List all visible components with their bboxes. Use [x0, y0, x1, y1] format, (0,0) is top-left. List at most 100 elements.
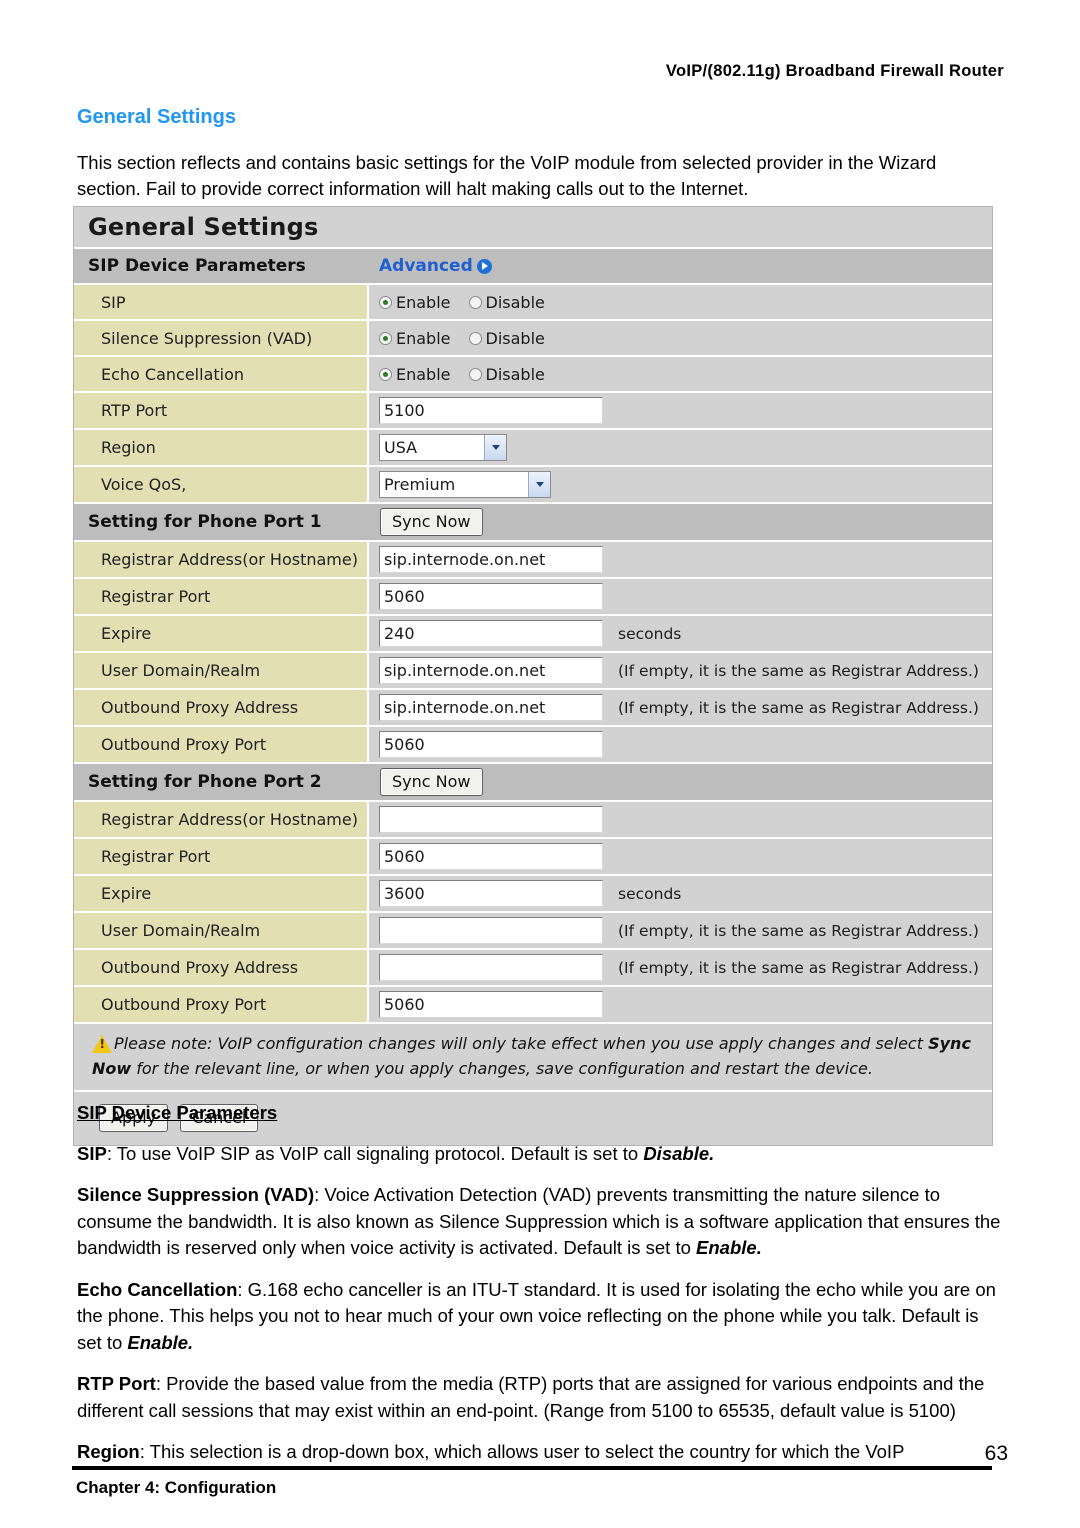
- vad-label: Silence Suppression (VAD): [74, 321, 369, 355]
- p1-outbound-proxy-port-input[interactable]: 5060: [379, 731, 603, 758]
- voice-qos-label: Voice QoS,: [74, 467, 369, 502]
- paragraph-vad: Silence Suppression (VAD): Voice Activat…: [77, 1182, 1005, 1262]
- row-p2-registrar-port: Registrar Port 5060: [74, 837, 992, 874]
- sip-disable-label: Disable: [485, 292, 545, 312]
- p1-registrar-port-label: Registrar Port: [74, 579, 369, 614]
- region-select-value: USA: [384, 438, 418, 457]
- echo-disable-radio[interactable]: Disable: [468, 364, 545, 384]
- footer-rule: [72, 1466, 992, 1470]
- sync-now-button-port2[interactable]: Sync Now: [380, 768, 483, 796]
- note-part-2: for the relevant line, or when you apply…: [131, 1059, 873, 1078]
- sip-label: SIP: [74, 285, 369, 319]
- row-p2-outbound-proxy-address: Outbound Proxy Address (If empty, it is …: [74, 948, 992, 985]
- echo-enable-radio[interactable]: Enable: [379, 365, 451, 384]
- note-part-1: Please note: VoIP configuration changes …: [114, 1034, 929, 1053]
- row-p2-expire: Expire 3600 seconds: [74, 874, 992, 911]
- echo-label: Echo Cancellation: [74, 357, 369, 391]
- p2-expire-units: seconds: [618, 884, 682, 903]
- advanced-link-label: Advanced: [379, 256, 473, 276]
- paragraph-echo: Echo Cancellation: G.168 echo canceller …: [77, 1277, 1005, 1357]
- rtp-port-label: RTP Port: [74, 393, 369, 428]
- p1-user-domain-input[interactable]: sip.internode.on.net: [379, 657, 603, 684]
- region-select[interactable]: USA: [379, 434, 507, 461]
- sip-device-parameters-label: SIP Device Parameters: [88, 256, 306, 276]
- term-echo: Echo Cancellation: [77, 1278, 238, 1300]
- row-p1-registrar-address: Registrar Address(or Hostname) sip.inter…: [74, 540, 992, 577]
- p2-registrar-address-label: Registrar Address(or Hostname): [74, 802, 369, 837]
- sync-now-button-port1[interactable]: Sync Now: [380, 508, 483, 536]
- term-vad: Silence Suppression (VAD): [77, 1184, 315, 1205]
- radio-filled-icon: [379, 367, 392, 381]
- radio-empty-icon: [468, 295, 482, 309]
- p1-outbound-proxy-hint: (If empty, it is the same as Registrar A…: [618, 698, 979, 717]
- radio-filled-icon: [379, 295, 392, 309]
- sip-device-parameters-header: SIP Device Parameters Advanced: [74, 247, 992, 283]
- p2-outbound-proxy-port-input[interactable]: 5060: [379, 991, 603, 1018]
- text-rtp: : Provide the based value from the media…: [77, 1373, 985, 1421]
- p1-user-domain-hint: (If empty, it is the same as Registrar A…: [618, 661, 979, 680]
- phone-port-1-label: Setting for Phone Port 1: [88, 512, 322, 532]
- term-rtp: RTP Port: [77, 1373, 156, 1394]
- row-echo-cancellation: Echo Cancellation Enable Disable: [74, 355, 992, 391]
- vad-enable-radio[interactable]: Enable: [379, 329, 451, 348]
- radio-empty-icon: [468, 367, 482, 381]
- row-p2-registrar-address: Registrar Address(or Hostname): [74, 800, 992, 837]
- emphasis-vad: Enable.: [696, 1237, 762, 1258]
- rtp-port-input[interactable]: 5100: [379, 397, 603, 424]
- p2-registrar-address-input[interactable]: [379, 806, 603, 833]
- row-p2-user-domain: User Domain/Realm (If empty, it is the s…: [74, 911, 992, 948]
- term-sip: SIP: [77, 1142, 107, 1164]
- row-sip: SIP Enable Disable: [74, 283, 992, 319]
- echo-disable-label: Disable: [485, 364, 545, 384]
- term-region: Region: [77, 1441, 140, 1462]
- phone-port-1-header: Setting for Phone Port 1 Sync Now: [74, 502, 992, 540]
- row-p1-expire: Expire 240 seconds: [74, 614, 992, 651]
- row-rtp-port: RTP Port 5100: [74, 391, 992, 428]
- row-voice-qos: Voice QoS, Premium: [74, 465, 992, 502]
- row-p2-outbound-proxy-port: Outbound Proxy Port 5060: [74, 985, 992, 1022]
- p2-outbound-proxy-address-input[interactable]: [379, 954, 603, 981]
- p2-expire-label: Expire: [74, 876, 369, 911]
- row-p1-outbound-proxy-address: Outbound Proxy Address sip.internode.on.…: [74, 688, 992, 725]
- p2-outbound-proxy-hint: (If empty, it is the same as Registrar A…: [618, 958, 979, 977]
- router-settings-panel: General Settings SIP Device Parameters A…: [73, 206, 993, 1146]
- p2-registrar-port-label: Registrar Port: [74, 839, 369, 874]
- p2-user-domain-label: User Domain/Realm: [74, 913, 369, 948]
- p1-expire-label: Expire: [74, 616, 369, 651]
- row-silence-suppression: Silence Suppression (VAD) Enable Disable: [74, 319, 992, 355]
- p2-registrar-port-input[interactable]: 5060: [379, 843, 603, 870]
- chevron-down-icon: [484, 435, 506, 460]
- sip-enable-radio[interactable]: Enable: [379, 293, 451, 312]
- p1-outbound-proxy-port-label: Outbound Proxy Port: [74, 727, 369, 762]
- region-label: Region: [74, 430, 369, 465]
- paragraph-sip: SIP: To use VoIP SIP as VoIP call signal…: [77, 1141, 1005, 1168]
- vad-disable-radio[interactable]: Disable: [468, 329, 545, 348]
- p1-registrar-address-input[interactable]: sip.internode.on.net: [379, 546, 603, 573]
- play-arrow-icon: [476, 258, 492, 274]
- p1-outbound-proxy-address-input[interactable]: sip.internode.on.net: [379, 694, 603, 721]
- p1-expire-input[interactable]: 240: [379, 620, 603, 647]
- row-p1-registrar-port: Registrar Port 5060: [74, 577, 992, 614]
- sip-disable-radio[interactable]: Disable: [468, 292, 545, 312]
- page-number: 63: [984, 1442, 1008, 1465]
- voice-qos-select[interactable]: Premium: [379, 471, 551, 498]
- page-title: General Settings: [77, 106, 236, 128]
- warning-triangle-icon: [92, 1035, 112, 1053]
- text-sip: : To use VoIP SIP as VoIP call signaling…: [106, 1142, 644, 1164]
- vad-enable-label: Enable: [396, 328, 451, 348]
- row-p1-user-domain: User Domain/Realm sip.internode.on.net (…: [74, 651, 992, 688]
- phone-port-2-label: Setting for Phone Port 2: [88, 772, 322, 792]
- p2-expire-input[interactable]: 3600: [379, 880, 603, 907]
- p1-registrar-port-input[interactable]: 5060: [379, 583, 603, 610]
- panel-title: General Settings: [74, 207, 992, 247]
- phone-port-2-header: Setting for Phone Port 2 Sync Now: [74, 762, 992, 800]
- p2-user-domain-input[interactable]: [379, 917, 603, 944]
- p2-outbound-proxy-port-label: Outbound Proxy Port: [74, 987, 369, 1022]
- radio-filled-icon: [379, 331, 392, 345]
- paragraph-rtp: RTP Port: Provide the based value from t…: [77, 1371, 1005, 1424]
- emphasis-sip: Disable.: [643, 1142, 715, 1164]
- voice-qos-select-value: Premium: [384, 475, 456, 494]
- p1-outbound-proxy-address-label: Outbound Proxy Address: [74, 690, 369, 725]
- advanced-link[interactable]: Advanced: [379, 256, 492, 276]
- echo-enable-label: Enable: [396, 364, 451, 384]
